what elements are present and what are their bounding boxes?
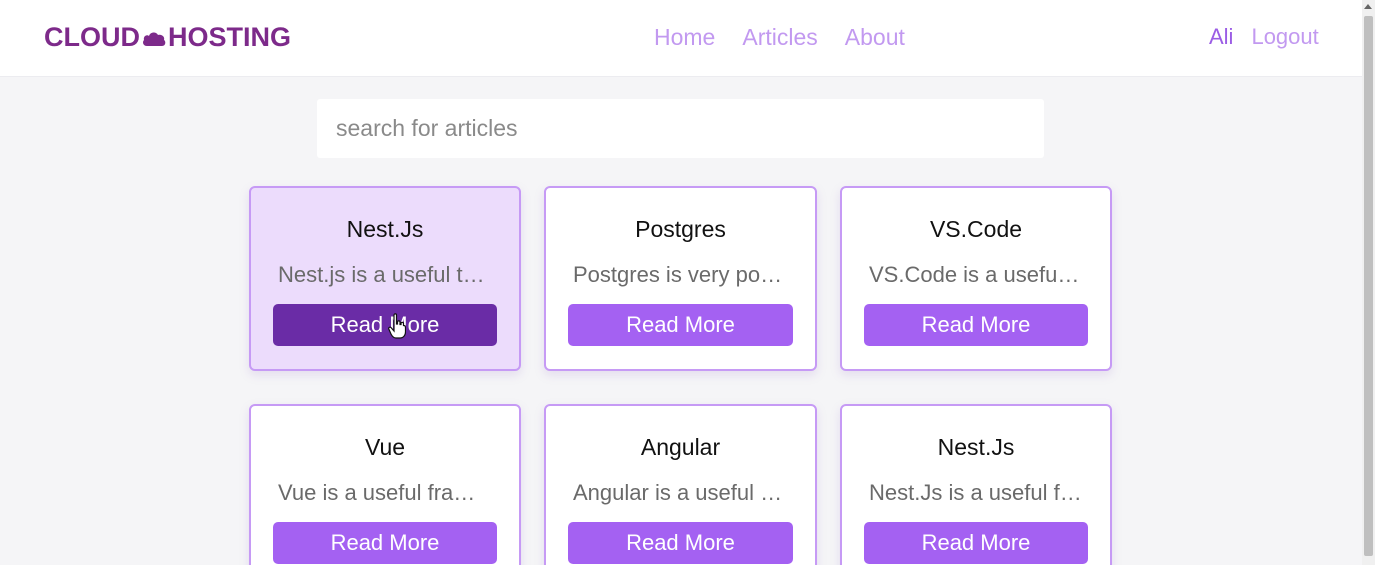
top-navbar: CLOUD HOSTING Home Articles About Ali Lo… [0,0,1362,77]
vertical-scrollbar[interactable] [1362,0,1375,565]
scrollbar-thumb[interactable] [1364,16,1373,556]
article-description: VS.Code is a useful editor [869,262,1083,287]
read-more-button[interactable]: Read More [568,304,793,346]
brand-text-cloud: CLOUD [44,22,140,52]
brand-text-hosting: HOSTING [168,22,292,52]
nav-link-articles[interactable]: Articles [742,24,817,51]
read-more-button[interactable]: Read More [864,304,1088,346]
read-more-button[interactable]: Read More [568,522,793,564]
logout-link[interactable]: Logout [1251,24,1318,50]
article-title: Nest.Js [937,434,1015,460]
search-input[interactable] [317,99,1044,158]
article-card: VS.Code VS.Code is a useful editor Read … [840,186,1112,371]
article-title: Vue [364,434,406,460]
cloud-icon [143,31,166,46]
article-description: Postgres is very powerful database [573,262,788,287]
article-description: Nest.Js is a useful framework [869,480,1083,505]
article-card: Postgres Postgres is very powerful datab… [544,186,817,371]
articles-grid: Nest.Js Nest.js is a useful tool for bac… [249,186,1112,565]
article-description: Angular is a useful framework [573,480,788,505]
page: CLOUD HOSTING Home Articles About Ali Lo… [0,0,1375,565]
user-name-link[interactable]: Ali [1209,24,1233,50]
article-title: Nest.Js [346,216,424,242]
read-more-button[interactable]: Read More [864,522,1088,564]
article-card: Nest.Js Nest.js is a useful tool for bac… [249,186,521,371]
nav-link-home[interactable]: Home [654,24,715,51]
article-description: Vue is a useful framework [278,480,492,505]
article-title: Postgres [635,216,726,242]
read-more-button[interactable]: Read More [273,304,497,346]
main-nav: Home Articles About [654,24,905,51]
article-card: Nest.Js Nest.Js is a useful framework Re… [840,404,1112,565]
article-title: Angular [640,434,721,460]
article-title: VS.Code [929,216,1023,242]
nav-link-about[interactable]: About [845,24,905,51]
article-card: Angular Angular is a useful framework Re… [544,404,817,565]
scroll-up-arrow-icon[interactable] [1364,4,1372,9]
article-description: Nest.js is a useful tool for backend [278,262,492,287]
article-card: Vue Vue is a useful framework Read More [249,404,521,565]
read-more-button[interactable]: Read More [273,522,497,564]
brand-logo[interactable]: CLOUD HOSTING [44,22,291,53]
user-area: Ali Logout [1209,24,1319,50]
